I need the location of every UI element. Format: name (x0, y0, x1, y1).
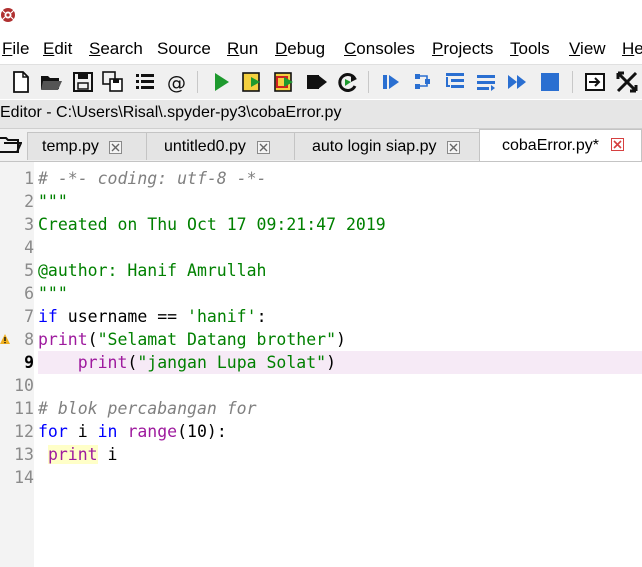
menu-view[interactable]: View (569, 39, 606, 59)
editor-tab-bar: temp.py untitled0.py auto login siap.py … (0, 129, 642, 162)
save-icon[interactable] (70, 69, 96, 95)
line-number: 10 (14, 376, 34, 395)
line-number: 3 (24, 215, 34, 234)
code-line-5[interactable]: @author: Hanif Amrullah (38, 259, 642, 282)
menu-tools[interactable]: Tools (510, 39, 550, 59)
spyder-app-icon (1, 8, 15, 22)
new-file-icon[interactable] (8, 69, 34, 95)
menu-file[interactable]: File (2, 39, 29, 59)
line-number: 2 (24, 192, 34, 211)
continue-icon[interactable] (505, 69, 531, 95)
code-line-7[interactable]: if username == 'hanif': (38, 305, 642, 328)
fullscreen-icon[interactable] (614, 69, 640, 95)
code-line-11[interactable]: # blok percabangan for (38, 397, 642, 420)
tab-label: untitled0.py (164, 138, 246, 155)
line-number: 12 (14, 422, 34, 441)
open-folder-icon[interactable] (38, 69, 64, 95)
line-number: 11 (14, 399, 34, 418)
menu-projects[interactable]: Projects (432, 39, 493, 59)
close-icon[interactable] (611, 138, 624, 151)
line-number: 14 (14, 468, 34, 487)
code-line-4[interactable] (38, 236, 642, 259)
tab-label: cobaError.py* (502, 137, 599, 154)
line-number: 1 (24, 169, 34, 188)
step-icon[interactable] (410, 69, 436, 95)
menu-consoles[interactable]: Consoles (344, 39, 415, 59)
code-line-9-current[interactable]: print("jangan Lupa Solat") (38, 351, 642, 374)
line-number: 5 (24, 261, 34, 280)
warning-icon[interactable] (0, 333, 10, 345)
line-number-gutter: 1 2 3 4 5 6 7 8 9 10 11 12 13 14 (0, 162, 34, 567)
svg-text:@: @ (167, 72, 186, 94)
close-icon[interactable] (109, 141, 122, 154)
menu-source[interactable]: Source (157, 39, 211, 59)
toolbar-separator (197, 71, 198, 93)
menu-bar: File Edit Search Source Run Debug Consol… (0, 36, 642, 62)
menu-help[interactable]: He (622, 39, 642, 59)
rerun-icon[interactable] (335, 69, 361, 95)
code-line-8[interactable]: print("Selamat Datang brother") (38, 328, 642, 351)
line-number-current: 9 (24, 353, 34, 372)
run-cell-icon[interactable] (240, 69, 266, 95)
code-line-14[interactable] (38, 466, 642, 489)
tab-label: auto login siap.py (312, 138, 437, 155)
main-toolbar: @ (0, 64, 642, 99)
code-line-1[interactable]: # -*- coding: utf-8 -*- (38, 167, 642, 190)
at-icon[interactable]: @ (164, 69, 190, 95)
line-number: 7 (24, 307, 34, 326)
close-icon[interactable] (447, 141, 460, 154)
code-line-3[interactable]: Created on Thu Oct 17 09:21:47 2019 (38, 213, 642, 236)
editor-path: Editor - C:\Users\Risal\.spyder-py3\coba… (0, 104, 342, 121)
title-bar (0, 0, 642, 34)
tab-untitled0-py[interactable]: untitled0.py (146, 132, 295, 160)
tab-cobaerror-py[interactable]: cobaError.py* (479, 129, 642, 161)
tab-temp-py[interactable]: temp.py (27, 132, 147, 160)
tab-auto-login-siap-py[interactable]: auto login siap.py (294, 132, 480, 160)
save-all-icon[interactable] (100, 69, 126, 95)
menu-search[interactable]: Search (89, 39, 143, 59)
line-number: 4 (24, 238, 34, 257)
code-line-10[interactable] (38, 374, 642, 397)
browse-tabs-icon[interactable] (0, 136, 22, 154)
step-return-icon[interactable] (473, 69, 499, 95)
code-line-13[interactable]: print i (38, 443, 642, 466)
toolbar-separator (572, 71, 573, 93)
menu-debug[interactable]: Debug (275, 39, 325, 59)
toolbar-separator (368, 71, 369, 93)
tab-label: temp.py (42, 138, 99, 155)
list-icon[interactable] (132, 69, 158, 95)
editor-path-bar: Editor - C:\Users\Risal\.spyder-py3\coba… (0, 100, 642, 129)
run-cell-advance-icon[interactable] (272, 69, 298, 95)
run-selection-icon[interactable] (304, 69, 330, 95)
menu-run[interactable]: Run (227, 39, 258, 59)
code-line-2[interactable]: """ (38, 190, 642, 213)
step-into-icon[interactable] (442, 69, 468, 95)
code-editor[interactable]: 1 2 3 4 5 6 7 8 9 10 11 12 13 14 # -*- c… (0, 162, 642, 567)
debug-icon[interactable] (378, 69, 404, 95)
stop-icon[interactable] (537, 69, 563, 95)
maximize-pane-icon[interactable] (582, 69, 608, 95)
menu-edit[interactable]: Edit (43, 39, 72, 59)
code-line-12[interactable]: for i in range(10): (38, 420, 642, 443)
line-number: 13 (14, 445, 34, 464)
run-icon[interactable] (208, 69, 234, 95)
code-line-6[interactable]: """ (38, 282, 642, 305)
close-icon[interactable] (257, 141, 270, 154)
line-number: 6 (24, 284, 34, 303)
